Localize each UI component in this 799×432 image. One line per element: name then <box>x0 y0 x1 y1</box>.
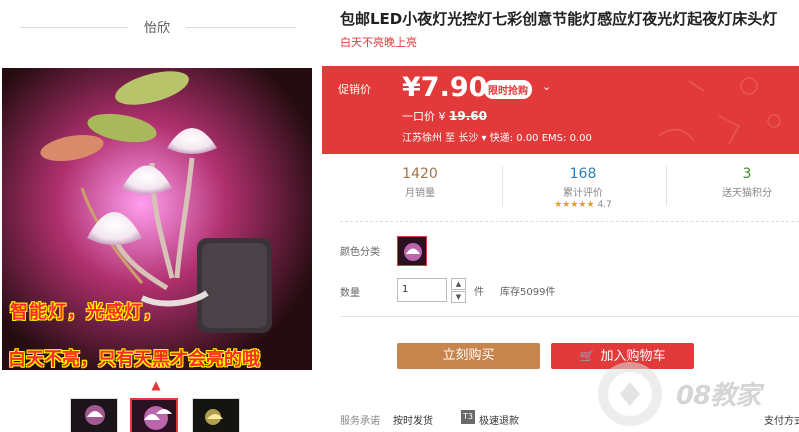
color-option[interactable] <box>397 236 427 266</box>
flash-sale-badge: 限时抢购 <box>484 80 532 99</box>
shipping-info[interactable]: 江苏徐州 至 长沙 ▾ 快递: 0.00 EMS: 0.00 <box>402 129 592 144</box>
quantity-label: 数量 <box>340 288 360 299</box>
thumbnail[interactable] <box>70 398 118 432</box>
payment-method-label: 支付方式 <box>764 416 799 427</box>
review-count-value: 168 <box>569 166 597 182</box>
rating-score: 4.7 <box>597 200 612 210</box>
monthly-sales: 1420 月销量 <box>345 160 495 199</box>
review-count[interactable]: 168 累计评价 ★★★★★ 4.7 <box>508 160 658 210</box>
shop-header: 怡欣 <box>0 0 312 52</box>
star-icons: ★★★★★ <box>554 200 595 210</box>
thumbnail-strip <box>70 396 250 432</box>
reward-points-value: 3 <box>742 166 752 182</box>
thumbnail-image <box>71 399 117 432</box>
main-product-image[interactable]: 智能灯，光感灯， 白天不亮，只有天黑才会亮的哦 <box>2 68 312 370</box>
monthly-sales-label: 月销量 <box>405 188 435 199</box>
chevron-up-icon[interactable]: ▲ <box>149 378 163 392</box>
service-label: 服务承诺 <box>340 416 380 427</box>
buy-now-button[interactable]: 立刻购买 <box>397 343 540 369</box>
chevron-down-icon[interactable]: ⌄ <box>542 80 551 93</box>
t3-badge-icon: T3 <box>461 410 475 424</box>
quantity-decrease-button[interactable]: ▼ <box>451 291 466 303</box>
quantity-increase-button[interactable]: ▲ <box>451 278 466 290</box>
thumbnail[interactable] <box>192 398 240 432</box>
product-title: 包邮LED小夜灯光控灯七彩创意节能灯感应灯夜光灯起夜灯床头灯 <box>340 10 778 28</box>
price-label: 促销价 <box>338 83 371 96</box>
service-ontime-delivery[interactable]: 按时发货 <box>393 412 433 427</box>
divider <box>340 316 799 317</box>
thumbnail-image <box>132 400 176 432</box>
thumbnail-image <box>193 399 239 432</box>
image-caption-line2: 白天不亮，只有天黑才会亮的哦 <box>8 349 260 370</box>
color-label: 颜色分类 <box>340 247 380 258</box>
watermark-text: 08教家 <box>676 381 761 411</box>
image-caption-line1: 智能灯，光感灯， <box>10 302 162 323</box>
current-price: ¥7.90 <box>402 72 488 103</box>
divider <box>340 221 799 222</box>
color-option-image <box>398 237 426 265</box>
thumbnail-active[interactable] <box>130 398 178 432</box>
divider <box>502 166 503 206</box>
service-fast-refund[interactable]: 极速退款 <box>479 412 519 427</box>
original-price-label: 一口价 ¥ <box>402 110 446 123</box>
stock-info: 库存5099件 <box>500 287 556 298</box>
original-price: 一口价 ¥ 19.60 <box>402 108 487 124</box>
rating-stars: ★★★★★ 4.7 <box>508 200 658 210</box>
original-price-value: 19.60 <box>449 109 487 123</box>
reward-points-label: 送天猫积分 <box>722 188 772 199</box>
shop-name[interactable]: 怡欣 <box>128 17 186 36</box>
mushroom-lamp-illustration <box>2 68 312 370</box>
decorative-pattern <box>658 77 781 145</box>
price-panel: 促销价 ¥7.90 限时抢购 ⌄ 一口价 ¥ 19.60 江苏徐州 至 长沙 ▾… <box>322 66 799 154</box>
reward-points: 3 送天猫积分 <box>672 160 799 199</box>
monthly-sales-value: 1420 <box>402 166 438 182</box>
review-count-label: 累计评价 <box>563 188 603 199</box>
divider <box>20 27 128 28</box>
divider <box>666 166 667 206</box>
quantity-input[interactable]: 1 <box>397 278 447 302</box>
sales-stats: 1420 月销量 168 累计评价 ★★★★★ 4.7 3 送天猫积分 <box>340 160 799 220</box>
divider <box>186 27 296 28</box>
quantity-unit: 件 <box>474 287 484 298</box>
product-subtitle: 白天不亮晚上亮 <box>340 36 417 49</box>
